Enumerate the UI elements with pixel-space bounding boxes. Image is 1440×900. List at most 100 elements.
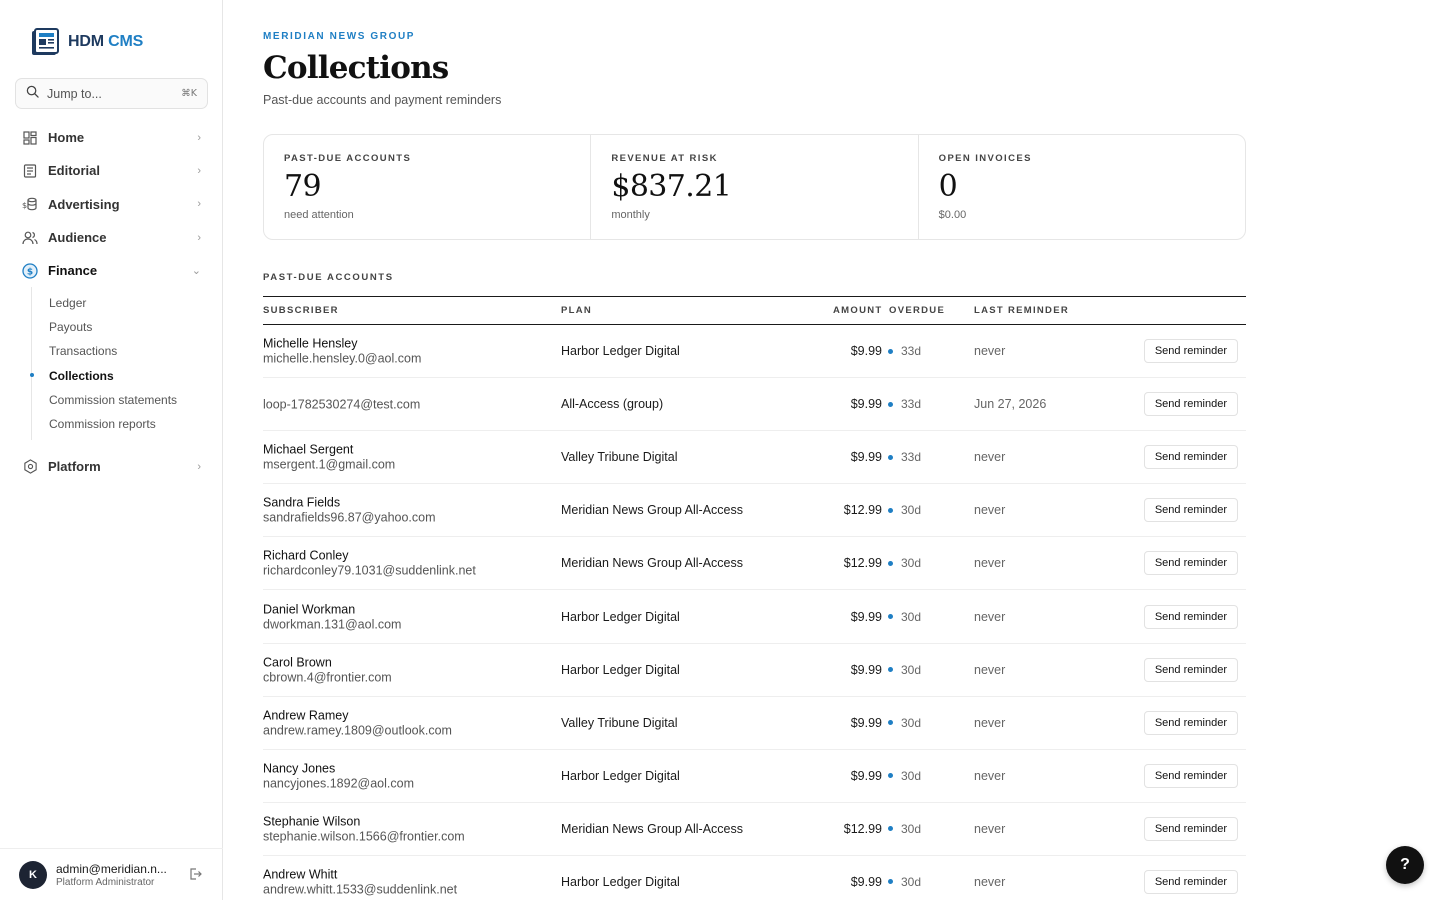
overdue-cell: 33d xyxy=(888,344,921,358)
amount-cell: $9.99 xyxy=(850,874,882,889)
page-subtitle: Past-due accounts and payment reminders xyxy=(263,93,502,107)
subscriber-name: Carol Brown xyxy=(263,655,332,670)
chevron-down-icon: ⌄ xyxy=(191,265,201,278)
subnav-item-payouts[interactable]: Payouts xyxy=(32,315,223,339)
stat-past-due: PAST-DUE ACCOUNTS 79 need attention xyxy=(264,135,592,239)
send-reminder-button[interactable]: Send reminder xyxy=(1143,498,1238,523)
subscriber-email: cbrown.4@frontier.com xyxy=(263,670,392,685)
user-email: admin@meridian.n... xyxy=(56,861,167,876)
stat-sub: $0.00 xyxy=(938,209,967,221)
action-cell: Send reminder xyxy=(1143,657,1238,682)
subscriber-cell: Daniel Workman dworkman.131@aol.com xyxy=(263,602,401,631)
overdue-cell: 33d xyxy=(888,397,921,411)
overdue-dot-icon xyxy=(888,826,893,832)
subnav-item-commission-reports[interactable]: Commission reports xyxy=(32,412,223,436)
table-body: Michelle Hensley michelle.hensley.0@aol.… xyxy=(263,325,1246,900)
nav-item-advertising[interactable]: $ Advertising › xyxy=(0,188,223,221)
subscriber-cell: Carol Brown cbrown.4@frontier.com xyxy=(263,655,392,684)
send-reminder-button[interactable]: Send reminder xyxy=(1143,657,1238,682)
nav-label: Platform xyxy=(48,459,101,475)
last-reminder-cell: never xyxy=(974,874,1006,889)
subscriber-cell: Stephanie Wilson stephanie.wilson.1566@f… xyxy=(263,814,465,843)
svg-text:$: $ xyxy=(27,267,33,277)
sidebar: HDM CMS Jump to... ⌘K Home › Editorial ›… xyxy=(0,0,223,900)
overdue-cell: 30d xyxy=(888,503,921,517)
search-shortcut: ⌘K xyxy=(181,88,197,99)
action-cell: Send reminder xyxy=(1143,445,1238,470)
action-cell: Send reminder xyxy=(1143,763,1238,788)
col-last-reminder[interactable]: LAST REMINDER xyxy=(974,305,1069,316)
chevron-right-icon: › xyxy=(197,460,201,473)
send-reminder-button[interactable]: Send reminder xyxy=(1143,763,1238,788)
overdue-cell: 30d xyxy=(888,822,921,836)
nav-item-home[interactable]: Home › xyxy=(0,121,223,154)
subscriber-name: Stephanie Wilson xyxy=(263,814,361,829)
overdue-cell: 30d xyxy=(888,663,921,677)
send-reminder-button[interactable]: Send reminder xyxy=(1143,392,1238,417)
nav-item-audience[interactable]: Audience › xyxy=(0,221,223,254)
past-due-table: SUBSCRIBER PLAN AMOUNT OVERDUE LAST REMI… xyxy=(263,296,1246,900)
table-row: Daniel Workman dworkman.131@aol.com Harb… xyxy=(263,590,1246,644)
overdue-dot-icon xyxy=(888,454,893,460)
col-amount[interactable]: AMOUNT xyxy=(833,305,883,316)
nav-item-finance[interactable]: $ Finance ⌄ xyxy=(0,254,223,287)
send-reminder-button[interactable]: Send reminder xyxy=(1143,445,1238,470)
overdue-dot-icon xyxy=(888,401,893,407)
subscriber-name: Michelle Hensley xyxy=(263,336,358,351)
page-title: Collections xyxy=(263,50,449,86)
user-menu[interactable]: K admin@meridian.n... Platform Administr… xyxy=(0,848,223,900)
table-row: Andrew Ramey andrew.ramey.1809@outlook.c… xyxy=(263,697,1246,750)
overdue-dot-icon xyxy=(888,614,893,620)
amount-cell: $12.99 xyxy=(843,503,882,518)
subscriber-email: stephanie.wilson.1566@frontier.com xyxy=(263,829,465,844)
overdue-days: 33d xyxy=(901,450,922,465)
dollar-circle-icon: $ xyxy=(22,263,38,279)
nav-item-editorial[interactable]: Editorial › xyxy=(0,154,223,187)
subscriber-name: Andrew Whitt xyxy=(263,867,338,882)
overdue-cell: 33d xyxy=(888,450,921,464)
table-row: Stephanie Wilson stephanie.wilson.1566@f… xyxy=(263,803,1246,856)
overdue-dot-icon xyxy=(888,507,893,513)
last-reminder-cell: never xyxy=(974,556,1006,571)
subnav-item-transactions[interactable]: Transactions xyxy=(32,339,223,363)
col-overdue[interactable]: OVERDUE xyxy=(889,305,945,316)
overdue-days: 30d xyxy=(901,556,922,571)
newspaper-icon xyxy=(31,28,59,56)
send-reminder-button[interactable]: Send reminder xyxy=(1143,816,1238,841)
help-button[interactable]: ? xyxy=(1386,846,1424,884)
last-reminder-cell: never xyxy=(974,768,1006,783)
send-reminder-button[interactable]: Send reminder xyxy=(1143,604,1238,629)
amount-cell: $9.99 xyxy=(850,715,882,730)
subscriber-cell: Andrew Whitt andrew.whitt.1533@suddenlin… xyxy=(263,867,457,896)
table-row: Michelle Hensley michelle.hensley.0@aol.… xyxy=(263,325,1246,379)
col-plan[interactable]: PLAN xyxy=(561,305,592,316)
nav-label: Finance xyxy=(48,263,98,279)
subscriber-email: richardconley79.1031@suddenlink.net xyxy=(263,563,476,578)
stat-open-invoices: OPEN INVOICES 0 $0.00 xyxy=(919,135,1245,239)
app-logo[interactable]: HDM CMS xyxy=(31,28,143,56)
user-role: Platform Administrator xyxy=(56,876,155,888)
subnav-item-ledger[interactable]: Ledger xyxy=(32,290,223,314)
send-reminder-button[interactable]: Send reminder xyxy=(1143,339,1238,364)
amount-cell: $9.99 xyxy=(850,768,882,783)
logout-icon[interactable] xyxy=(188,867,204,883)
send-reminder-button[interactable]: Send reminder xyxy=(1143,869,1238,894)
overdue-dot-icon xyxy=(888,879,893,885)
last-reminder-cell: Jun 27, 2026 xyxy=(974,397,1047,412)
subnav-item-commission-statements[interactable]: Commission statements xyxy=(32,388,223,412)
send-reminder-button[interactable]: Send reminder xyxy=(1143,551,1238,576)
subscriber-email: dworkman.131@aol.com xyxy=(263,617,402,632)
subnav-item-collections[interactable]: Collections xyxy=(30,363,223,387)
nav-item-platform[interactable]: Platform › xyxy=(0,450,223,483)
subscriber-cell: loop-1782530274@test.com xyxy=(263,397,420,412)
nav-label: Audience xyxy=(48,230,107,246)
hexagon-icon xyxy=(22,459,38,475)
nav-label: Advertising xyxy=(48,196,120,212)
subscriber-name: Daniel Workman xyxy=(263,602,356,617)
col-subscriber[interactable]: SUBSCRIBER xyxy=(263,305,339,316)
jump-to-search[interactable]: Jump to... ⌘K xyxy=(15,78,208,109)
send-reminder-button[interactable]: Send reminder xyxy=(1143,710,1238,735)
subscriber-name: Michael Sergent xyxy=(263,442,354,457)
amount-cell: $12.99 xyxy=(843,556,882,571)
plan-cell: Harbor Ledger Digital xyxy=(561,874,680,889)
